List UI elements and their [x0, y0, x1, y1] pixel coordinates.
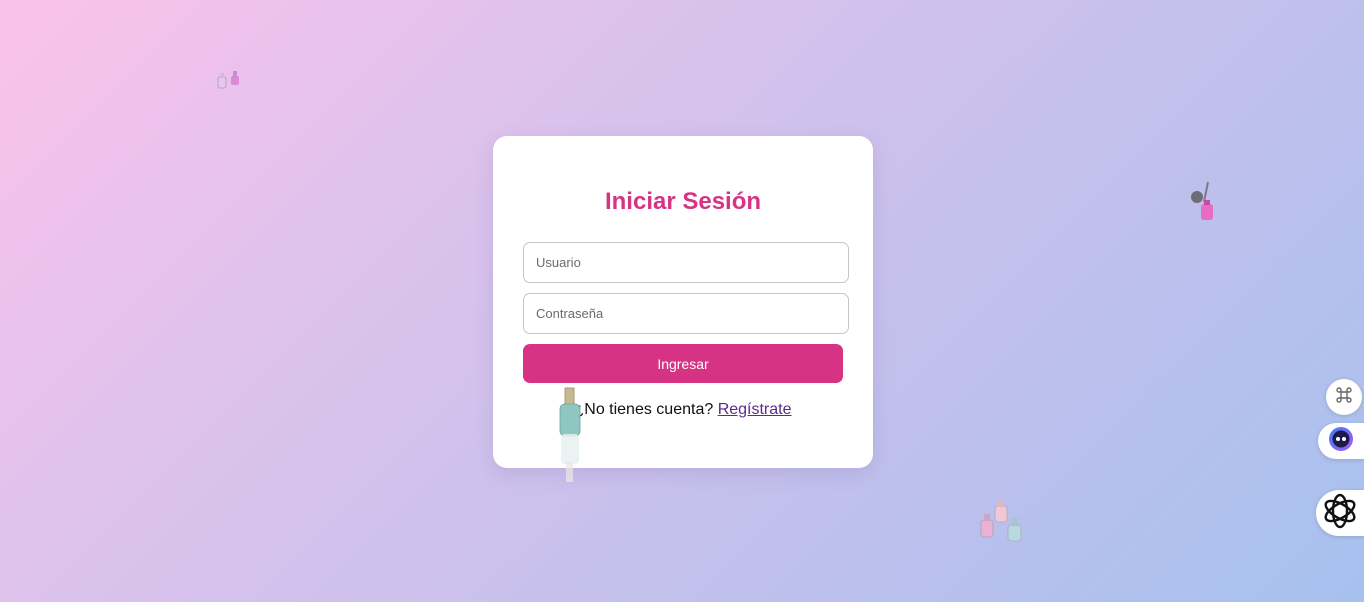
assistant-face-icon — [1328, 426, 1354, 457]
command-button[interactable] — [1326, 379, 1362, 415]
register-prompt-text: ¿No tienes cuenta? — [574, 401, 714, 418]
openai-logo-icon — [1321, 492, 1359, 535]
page-title: Iniciar Sesión — [604, 188, 762, 215]
username-input[interactable] — [523, 242, 849, 283]
assistant-button[interactable] — [1318, 423, 1364, 459]
openai-button[interactable] — [1316, 490, 1364, 536]
login-card: Iniciar Sesión Ingresar ¿No tienes cuent… — [493, 136, 873, 468]
command-icon — [1334, 385, 1354, 410]
nail-polish-group-icon — [978, 498, 1026, 551]
nail-polish-bottle-icon — [556, 386, 586, 489]
register-prompt: ¿No tienes cuenta? Regístrate — [493, 401, 873, 419]
nail-polish-brush-icon — [1188, 180, 1220, 229]
login-button[interactable]: Ingresar — [523, 344, 843, 383]
password-input[interactable] — [523, 293, 849, 334]
register-link[interactable]: Regístrate — [718, 401, 792, 418]
nail-polish-small-icon — [215, 68, 245, 97]
